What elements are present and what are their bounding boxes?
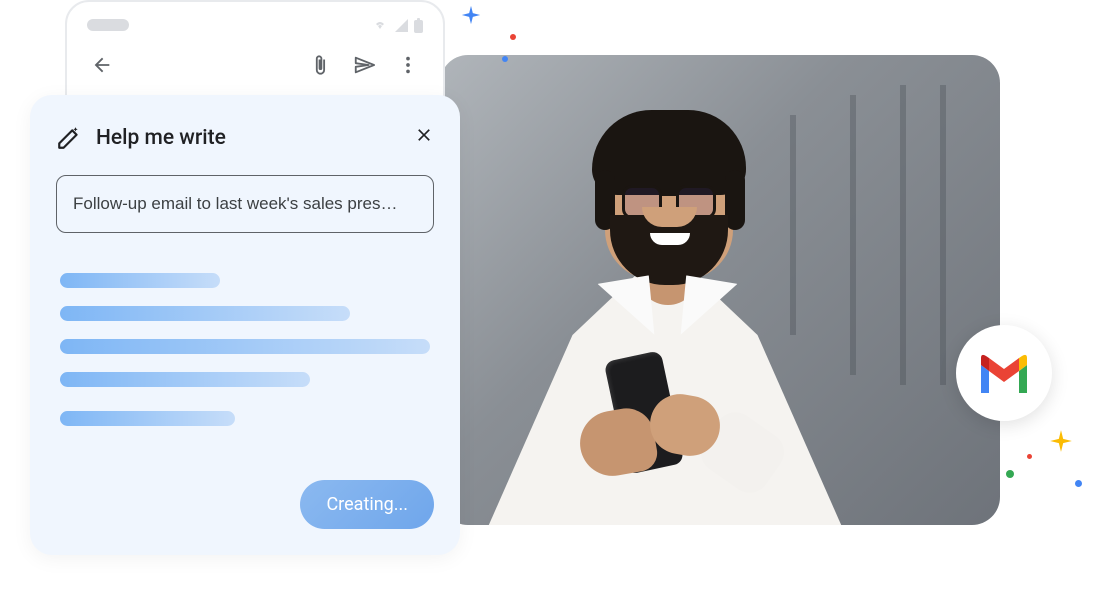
close-button[interactable]: [414, 125, 434, 151]
decoration-dot: [510, 34, 516, 40]
attach-button[interactable]: [309, 54, 331, 80]
skeleton-line: [60, 273, 220, 288]
wifi-icon: [372, 18, 388, 32]
gmail-icon: [977, 353, 1031, 393]
decoration-dot: [502, 56, 508, 62]
send-icon: [353, 54, 375, 76]
battery-icon: [414, 18, 423, 33]
pencil-sparkle-icon: [56, 125, 82, 151]
sparkle-icon: [1048, 428, 1074, 454]
phone-compose-frame: [65, 0, 445, 100]
sparkle-icon: [460, 4, 482, 26]
prompt-input[interactable]: [56, 175, 434, 233]
skeleton-line: [60, 339, 430, 354]
skeleton-line: [60, 411, 235, 426]
attach-icon: [309, 54, 331, 76]
skeleton-line: [60, 306, 350, 321]
status-label: Creating...: [326, 494, 408, 515]
help-me-write-card: Help me write Creating...: [30, 95, 460, 555]
gmail-badge: [956, 325, 1052, 421]
more-icon: [397, 54, 419, 76]
decoration-dot: [1075, 480, 1082, 487]
close-icon: [414, 125, 434, 145]
card-title: Help me write: [96, 126, 226, 150]
more-button[interactable]: [397, 54, 419, 80]
skeleton-line: [60, 372, 310, 387]
status-indicator: [87, 19, 129, 31]
hero-photo: [440, 55, 1000, 525]
status-pill: Creating...: [300, 480, 434, 529]
send-button[interactable]: [353, 54, 375, 80]
decoration-dot: [1006, 470, 1014, 478]
decoration-dot: [1027, 454, 1032, 459]
signal-icon: [394, 18, 408, 32]
back-arrow-icon: [91, 54, 113, 76]
back-button[interactable]: [91, 54, 113, 80]
generation-skeleton: [56, 273, 434, 426]
